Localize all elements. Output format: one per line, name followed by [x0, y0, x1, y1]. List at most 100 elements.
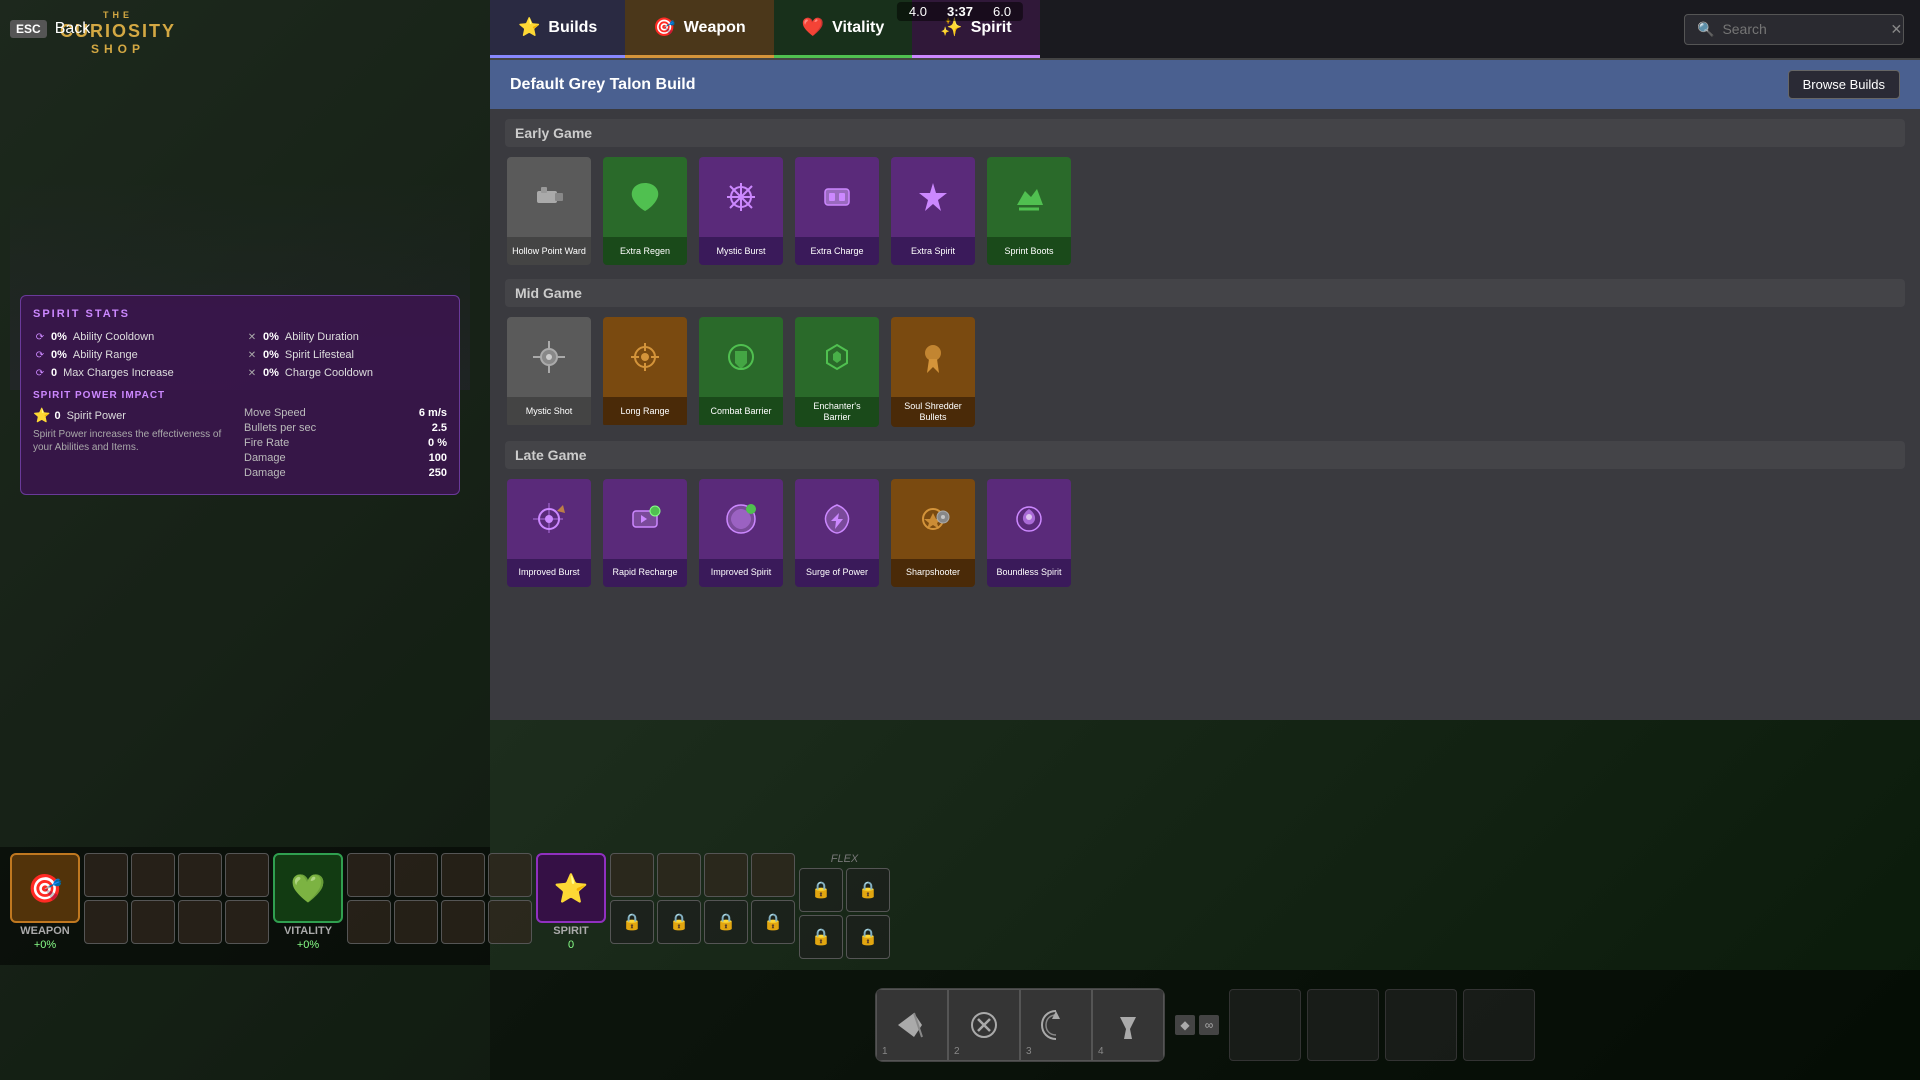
weapon-icon: 🎯 [28, 872, 63, 905]
mystic-shot-icon [507, 317, 591, 397]
tab-vitality[interactable]: ❤️ Vitality [774, 0, 913, 58]
flex-section: FLEX 🔒 🔒 🔒 🔒 [799, 853, 890, 959]
vitality-label: VITALITY [284, 925, 332, 937]
hud-score-2: 6.0 [993, 4, 1011, 19]
vitality-value: +0% [297, 939, 319, 951]
rapid-recharge-icon [603, 479, 687, 559]
spirit-equip-slot: ⭐ SPIRIT 0 [536, 853, 606, 959]
equipment-area: 🎯 WEAPON +0% [0, 847, 490, 965]
spirit-cell-locked-1: 🔒 [610, 900, 654, 944]
item-extra-spirit[interactable]: Extra Spirit [889, 155, 977, 267]
item-hollow-point-ward[interactable]: Hollow Point Ward [505, 155, 593, 267]
vitality-item-grid [347, 853, 532, 959]
flex-cell-2: 🔒 [846, 868, 890, 912]
item-combat-barrier[interactable]: Combat Barrier [697, 315, 785, 429]
weapon-value: +0% [34, 939, 56, 951]
long-range-label: Long Range [603, 397, 687, 425]
browse-builds-button[interactable]: Browse Builds [1788, 70, 1900, 99]
stat-label-lifesteal: Spirit Lifesteal [285, 349, 354, 361]
spirit-power-right: Move Speed 6 m/s Bullets per sec 2.5 Fir… [244, 407, 447, 482]
enchanters-barrier-label: Enchanter's Barrier [795, 397, 879, 427]
spirit-power-row: ⭐ 0 Spirit Power [33, 407, 236, 424]
combat-barrier-label: Combat Barrier [699, 397, 783, 425]
boundless-spirit-label: Boundless Spirit [987, 559, 1071, 587]
item-mystic-shot[interactable]: Mystic Shot [505, 315, 593, 429]
weapon-icon-area: 🎯 [10, 853, 80, 923]
skill-slot-3[interactable]: 3 [1020, 989, 1092, 1061]
weapon-cell-6 [131, 900, 175, 944]
item-soul-shredder[interactable]: Soul Shredder Bullets [889, 315, 977, 429]
vitality-cell-4 [488, 853, 532, 897]
improved-spirit-icon [699, 479, 783, 559]
esc-key: ESC [10, 20, 47, 38]
tab-spirit-label: Spirit [971, 19, 1012, 37]
vitality-tab-icon: ❤️ [802, 17, 824, 38]
flex-title: FLEX [831, 853, 859, 865]
charges-icon: ⟳ [33, 366, 47, 380]
extra-regen-icon [603, 157, 687, 237]
weapon-cell-8 [225, 900, 269, 944]
sharpshooter-label: Sharpshooter [891, 559, 975, 587]
vitality-cell-6 [394, 900, 438, 944]
sprint-boots-icon [987, 157, 1071, 237]
equip-main-row: 🎯 WEAPON +0% [0, 847, 490, 965]
sharpshooter-icon [891, 479, 975, 559]
hud-score-1: 4.0 [909, 4, 927, 19]
skill-slot-4[interactable]: 4 [1092, 989, 1164, 1061]
flex-cell-1: 🔒 [799, 868, 843, 912]
vitality-cell-7 [441, 900, 485, 944]
spirit-stats-panel: SPIRIT STATS ⟳ 0% Ability Cooldown ✕ 0% … [20, 295, 460, 495]
weapon-label: WEAPON [20, 925, 70, 937]
item-extra-regen[interactable]: Extra Regen [601, 155, 689, 267]
rapid-recharge-label: Rapid Recharge [603, 559, 687, 587]
spirit-power-title: SPIRIT POWER IMPACT [33, 390, 447, 401]
item-surge-of-power[interactable]: Surge of Power [793, 477, 881, 589]
empty-slot-1 [1229, 989, 1301, 1061]
spirit-icon: ⭐ [554, 872, 589, 905]
empty-skill-slots [1229, 989, 1535, 1061]
tabs-bar: ⭐ Builds 🎯 Weapon ❤️ Vitality ✨ Spirit 🔍… [490, 0, 1920, 60]
item-improved-spirit[interactable]: Improved Spirit [697, 477, 785, 589]
spirit-cell-locked-3: 🔒 [704, 900, 748, 944]
search-input[interactable] [1722, 21, 1882, 37]
vitality-cell-2 [394, 853, 438, 897]
back-button[interactable]: ESC Back [10, 20, 90, 38]
mystic-shot-label: Mystic Shot [507, 397, 591, 425]
item-extra-charge[interactable]: Extra Charge [793, 155, 881, 267]
item-long-range[interactable]: Long Range [601, 315, 689, 429]
spirit-cell-3 [704, 853, 748, 897]
item-rapid-recharge[interactable]: Rapid Recharge [601, 477, 689, 589]
item-improved-burst[interactable]: Improved Burst [505, 477, 593, 589]
item-sharpshooter[interactable]: Sharpshooter [889, 477, 977, 589]
improved-burst-label: Improved Burst [507, 559, 591, 587]
improved-spirit-label: Improved Spirit [699, 559, 783, 587]
spirit-cell-locked-4: 🔒 [751, 900, 795, 944]
vitality-equip-slot: 💚 VITALITY +0% [273, 853, 343, 959]
skill-slot-2[interactable]: 2 [948, 989, 1020, 1061]
search-box[interactable]: 🔍 ✕ [1684, 14, 1904, 45]
item-boundless-spirit[interactable]: Boundless Spirit [985, 477, 1073, 589]
vitality-icon: 💚 [291, 872, 326, 905]
left-panel: ESC Back THE CURIOSITY SHOP SPIRIT STATS… [0, 0, 490, 1080]
flex-cell-3: 🔒 [799, 915, 843, 959]
item-mystic-burst[interactable]: Mystic Burst [697, 155, 785, 267]
charge-cd-icon: ✕ [245, 366, 259, 380]
tab-weapon[interactable]: 🎯 Weapon [625, 0, 773, 58]
stat-label-range: Ability Range [73, 349, 138, 361]
item-sprint-boots[interactable]: Sprint Boots [985, 155, 1073, 267]
spirit-power-left: ⭐ 0 Spirit Power Spirit Power increases … [33, 407, 236, 482]
weapon-cell-1 [84, 853, 128, 897]
skill-slot-1[interactable]: 1 [876, 989, 948, 1061]
stat-charge-cooldown: ✕ 0% Charge Cooldown [245, 366, 447, 380]
empty-slot-3 [1385, 989, 1457, 1061]
extra-regen-label: Extra Regen [603, 237, 687, 265]
vitality-icon-area: 💚 [273, 853, 343, 923]
tab-builds[interactable]: ⭐ Builds [490, 0, 625, 58]
vitality-cell-1 [347, 853, 391, 897]
weapon-grid [84, 853, 269, 944]
impact-move-speed: Move Speed 6 m/s [244, 407, 447, 419]
stat-ability-duration: ✕ 0% Ability Duration [245, 330, 447, 344]
search-close-icon[interactable]: ✕ [1890, 21, 1902, 38]
late-game-items: Improved Burst Rapid Recharge [505, 477, 1905, 589]
item-enchanters-barrier[interactable]: Enchanter's Barrier [793, 315, 881, 429]
